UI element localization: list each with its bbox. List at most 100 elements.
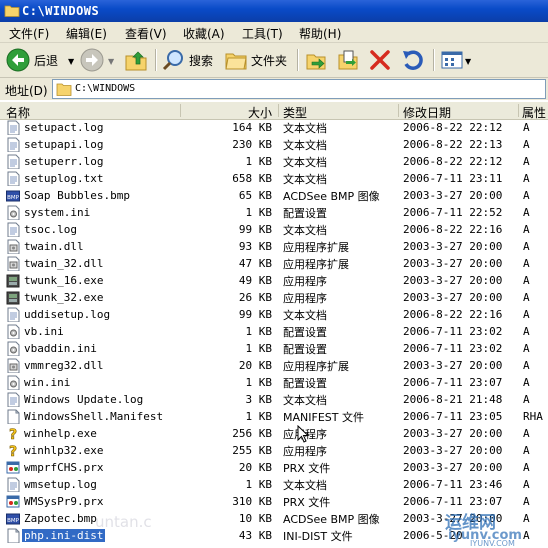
file-row[interactable]: uddisetup.log 99 KB 文本文档 2006-8-22 22:16 A (0, 306, 548, 323)
file-size: 47 KB (238, 257, 272, 270)
search-button[interactable]: 搜索 (162, 47, 218, 73)
file-attributes: A (523, 257, 530, 270)
file-type: 应用程序 (283, 275, 327, 288)
folders-label: 文件夹 (251, 54, 288, 68)
file-modified: 2006-7-11 22:52 (403, 206, 503, 219)
file-attributes: A (523, 529, 530, 542)
help-exe-icon: ? (9, 444, 18, 458)
file-row[interactable]: vbaddin.ini 1 KB 配置设置 2006-7-11 23:02 A (0, 340, 548, 357)
folders-icon (225, 53, 247, 70)
file-attributes: A (523, 393, 530, 406)
toolbar: 后退 ▼ ▼ 搜索 文件夹 ▼ (0, 43, 548, 78)
column-divider[interactable] (398, 104, 399, 117)
file-modified: 2006-8-22 22:12 (403, 155, 503, 168)
file-name: Windows Update.log (24, 393, 144, 406)
file-row[interactable]: BMP Soap Bubbles.bmp 65 KB ACDSee BMP 图像 200… (0, 187, 548, 204)
text-file-icon (7, 307, 20, 322)
file-row[interactable]: win.ini 1 KB 配置设置 2006-7-11 23:07 A (0, 374, 548, 391)
file-row[interactable]: twain.dll 93 KB 应用程序扩展 2003-3-27 20:00 A (0, 238, 548, 255)
file-row[interactable]: wmsetup.log 1 KB 文本文档 2006-7-11 23:46 A (0, 476, 548, 493)
address-input[interactable]: C:\WINDOWS (52, 79, 546, 99)
undo-icon (403, 50, 423, 70)
file-row[interactable]: system.ini 1 KB 配置设置 2006-7-11 22:52 A (0, 204, 548, 221)
file-row[interactable]: ? winhlp32.exe 255 KB 应用程序 2003-3-27 20:00 A (0, 442, 548, 459)
toolbar-separator (433, 49, 435, 71)
file-row[interactable]: twunk_16.exe 49 KB 应用程序 2003-3-27 20:00 A (0, 272, 548, 289)
menu-edit[interactable]: 编辑(E) (66, 25, 107, 42)
menu-tools[interactable]: 工具(T) (242, 25, 283, 42)
views-dropdown-icon: ▼ (465, 57, 472, 66)
text-file-icon (7, 120, 20, 135)
file-row[interactable]: setuperr.log 1 KB 文本文档 2006-8-22 22:12 A (0, 153, 548, 170)
file-row[interactable]: vmmreg32.dll 20 KB 应用程序扩展 2003-3-27 20:00 A (0, 357, 548, 374)
file-name: vbaddin.ini (24, 342, 97, 355)
menu-favorites[interactable]: 收藏(A) (183, 25, 225, 42)
delete-button[interactable] (368, 47, 394, 73)
file-row[interactable]: tsoc.log 99 KB 文本文档 2006-8-22 22:16 A (0, 221, 548, 238)
undo-button[interactable] (400, 47, 426, 73)
up-folder-button[interactable] (124, 47, 150, 73)
file-row[interactable]: wmprfCHS.prx 20 KB PRX 文件 2003-3-27 20:00 A (0, 459, 548, 476)
file-type: 文本文档 (283, 139, 327, 152)
generic-file-icon (7, 409, 20, 424)
file-type: 应用程序扩展 (283, 360, 349, 373)
forward-button[interactable] (80, 47, 106, 73)
title-bar: C:\WINDOWS (0, 0, 548, 22)
file-attributes: A (523, 240, 530, 253)
file-name: twunk_16.exe (24, 274, 104, 287)
file-type: 配置设置 (283, 326, 327, 339)
forward-dropdown-icon[interactable]: ▼ (108, 57, 114, 66)
file-attributes: A (523, 155, 530, 168)
file-modified: 2006-8-21 21:48 (403, 393, 503, 406)
file-row[interactable]: Windows Update.log 3 KB 文本文档 2006-8-21 21:4… (0, 391, 548, 408)
file-row[interactable]: setupapi.log 230 KB 文本文档 2006-8-22 22:13 A (0, 136, 548, 153)
text-file-icon (7, 392, 20, 407)
file-name: setuperr.log (24, 155, 104, 168)
file-size: 65 KB (238, 189, 272, 202)
file-modified: 2003-3-27 20:00 (403, 291, 503, 304)
file-name: win.ini (24, 376, 71, 389)
file-size: 1 KB (245, 410, 273, 423)
file-type: 文本文档 (283, 173, 327, 186)
file-row[interactable]: twain_32.dll 47 KB 应用程序扩展 2003-3-27 20:00 A (0, 255, 548, 272)
folder-icon (4, 5, 20, 17)
menu-view[interactable]: 查看(V) (125, 25, 167, 42)
folders-button[interactable]: 文件夹 (224, 47, 290, 73)
file-row[interactable]: setupact.log 164 KB 文本文档 2006-8-22 22:12 A (0, 119, 548, 136)
file-row[interactable]: WindowsShell.Manifest 1 KB MANIFEST 文件 2006… (0, 408, 548, 425)
file-modified: 2003-3-27 20:00 (403, 189, 503, 202)
file-type: 文本文档 (283, 156, 327, 169)
file-size: 10 KB (238, 512, 272, 525)
file-size: 20 KB (238, 359, 272, 372)
file-type: 应用程序扩展 (283, 258, 349, 271)
menu-file[interactable]: 文件(F) (9, 25, 49, 42)
file-name: setupapi.log (24, 138, 104, 151)
column-divider[interactable] (278, 104, 279, 117)
help-exe-icon: ? (9, 427, 18, 441)
file-type: 文本文档 (283, 224, 327, 237)
file-row[interactable]: setuplog.txt 658 KB 文本文档 2006-7-11 23:11 A (0, 170, 548, 187)
back-dropdown-icon[interactable]: ▼ (68, 57, 74, 66)
move-to-button[interactable] (304, 47, 330, 73)
move-to-icon (306, 54, 326, 70)
file-type: 文本文档 (283, 309, 327, 322)
svg-text:BMP: BMP (7, 195, 20, 201)
column-divider[interactable] (180, 104, 181, 117)
up-folder-icon (125, 51, 147, 71)
menu-help[interactable]: 帮助(H) (299, 25, 341, 42)
views-icon (441, 51, 463, 69)
file-attributes: A (523, 172, 530, 185)
back-button[interactable]: 后退 (4, 47, 68, 73)
file-modified: 2006-8-22 22:13 (403, 138, 503, 151)
file-modified: 2003-3-27 20:00 (403, 427, 503, 440)
file-attributes: A (523, 138, 530, 151)
file-row[interactable]: ?winhelp.exe256 KB应用程序2003-3-27 20:00A (0, 425, 548, 442)
file-row[interactable]: twunk_32.exe 26 KB 应用程序 2003-3-27 20:00 A (0, 289, 548, 306)
views-button[interactable]: ▼ (440, 47, 474, 73)
file-row[interactable]: vb.ini 1 KB 配置设置 2006-7-11 23:02 A (0, 323, 548, 340)
copy-to-button[interactable] (336, 47, 362, 73)
file-attributes: A (523, 342, 530, 355)
column-divider[interactable] (518, 104, 519, 117)
file-size: 1 KB (245, 206, 273, 219)
file-attributes: RHA (523, 410, 543, 423)
